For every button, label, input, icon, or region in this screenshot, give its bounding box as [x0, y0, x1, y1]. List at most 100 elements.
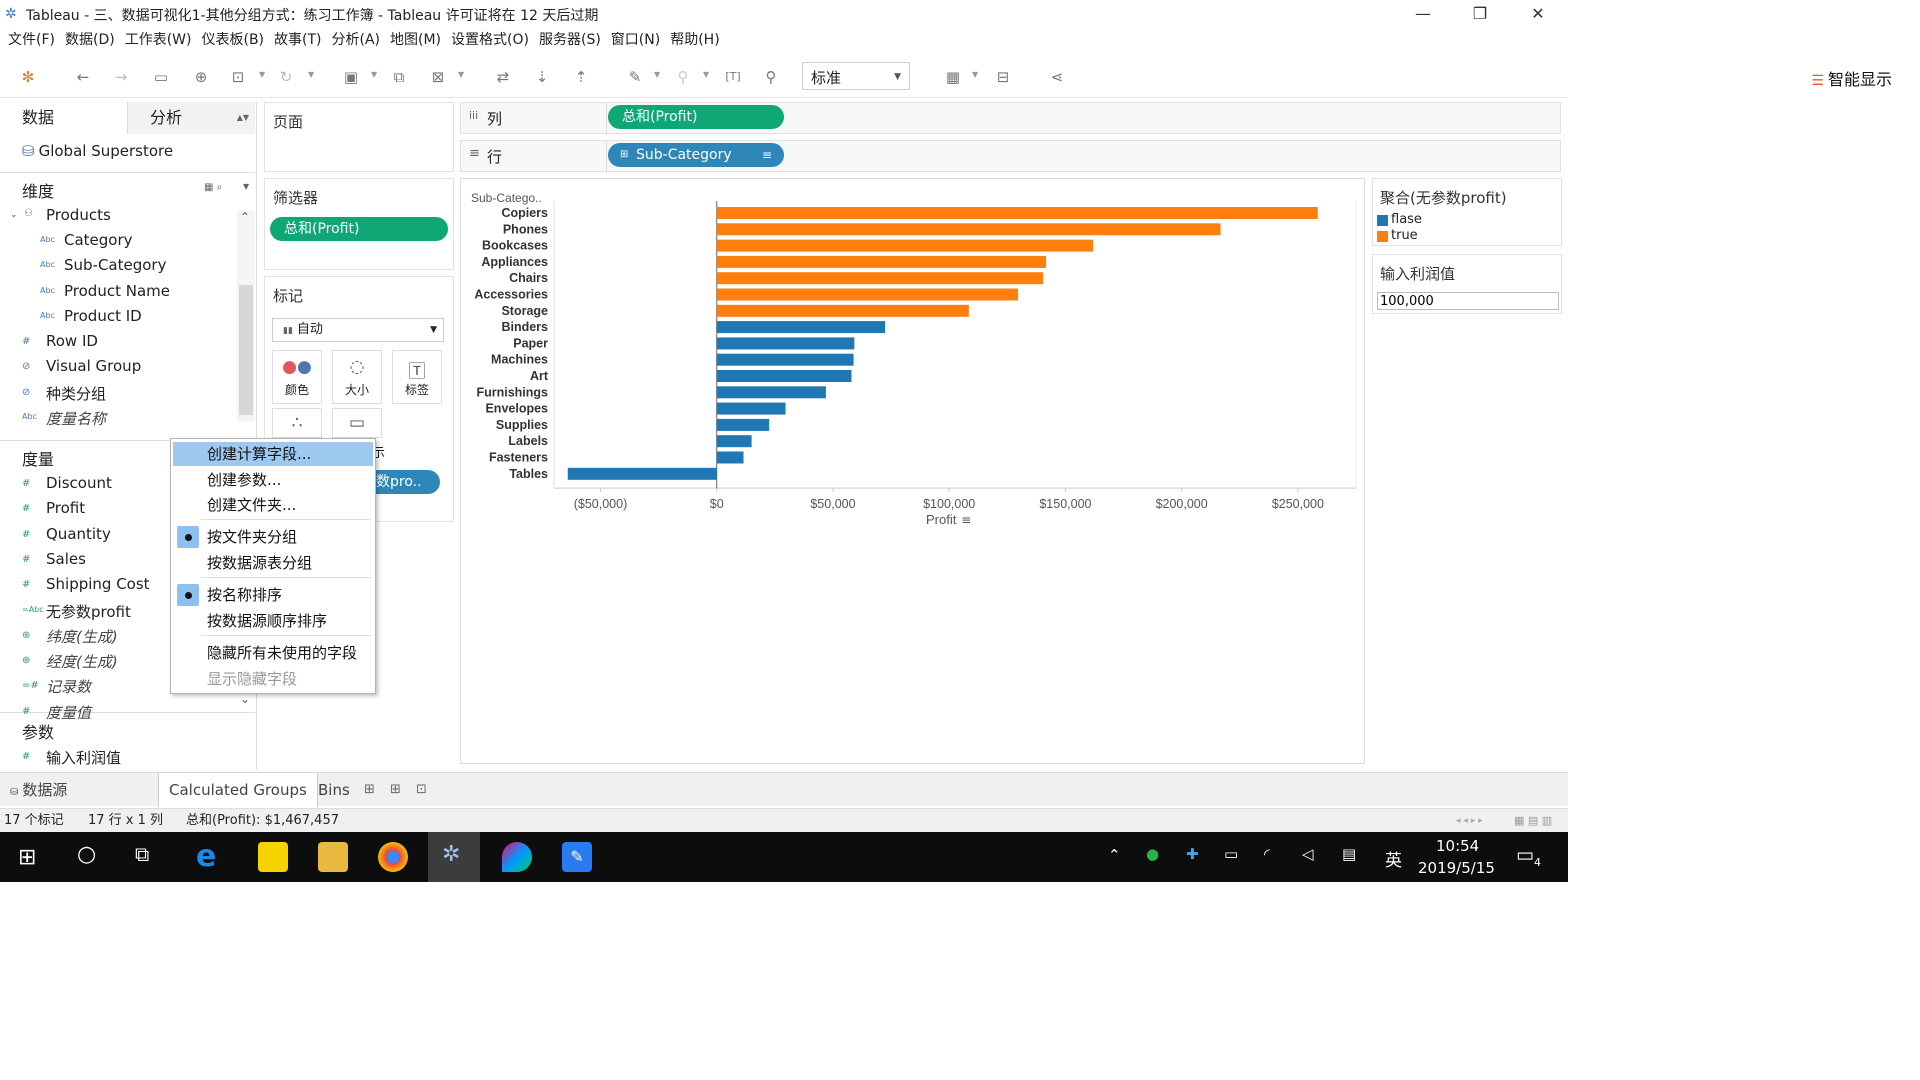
- presentation-mode-icon[interactable]: ⊟: [992, 66, 1014, 88]
- chrome-icon[interactable]: [378, 842, 408, 872]
- task-view-icon[interactable]: ⧉: [135, 842, 149, 866]
- context-menu-item[interactable]: 显示隐藏字段: [173, 667, 373, 691]
- field-item[interactable]: 经度(生成): [46, 651, 118, 672]
- dimensions-menu-icon[interactable]: ▼: [243, 182, 249, 191]
- smart-show-button[interactable]: ☰ 智能显示: [1811, 66, 1892, 90]
- keyboard-icon[interactable]: ▤: [1342, 845, 1356, 863]
- field-item[interactable]: Discount: [46, 474, 112, 492]
- minimize-icon[interactable]: —: [1408, 4, 1438, 24]
- sheet-tab-calculated-groups[interactable]: Calculated Groups: [158, 773, 318, 807]
- menu-item-10[interactable]: 帮助(H): [670, 28, 719, 52]
- dropdown-arrow-icon[interactable]: ▼: [259, 70, 265, 79]
- duplicate-sheet-icon[interactable]: ⧉: [388, 66, 410, 88]
- ime-indicator[interactable]: 英: [1385, 846, 1402, 871]
- collapse-icon[interactable]: ⌄: [10, 210, 18, 220]
- parameter-input[interactable]: [1377, 292, 1559, 310]
- new-worksheet-icon[interactable]: ▣: [340, 66, 362, 88]
- windows-start-icon[interactable]: ⊞: [18, 845, 36, 870]
- menu-item-2[interactable]: 工作表(W): [125, 28, 192, 52]
- datasource-tab[interactable]: ⛁ 数据源: [0, 773, 77, 807]
- menu-item-6[interactable]: 地图(M): [390, 28, 441, 52]
- field-item[interactable]: 种类分组: [46, 383, 106, 404]
- new-story-icon[interactable]: ⊡: [416, 782, 427, 797]
- new-datasource-icon[interactable]: ⊕: [190, 66, 212, 88]
- field-item[interactable]: Product ID: [64, 307, 142, 325]
- tab-data[interactable]: 数据: [0, 102, 127, 134]
- sticky-notes-icon[interactable]: [258, 842, 288, 872]
- dimensions-scrollbar[interactable]: ⌃ ⌄: [237, 210, 255, 534]
- chart-view[interactable]: Sub-Catego.. Copiers Phones Bookcases Applia…: [460, 178, 1365, 764]
- field-item[interactable]: Shipping Cost: [46, 575, 150, 593]
- products-folder[interactable]: Products: [46, 206, 111, 224]
- field-item[interactable]: Visual Group: [46, 357, 141, 375]
- field-item[interactable]: 度量名称: [46, 408, 106, 429]
- battery-icon[interactable]: ▭: [1224, 845, 1238, 863]
- edge-icon[interactable]: e: [196, 842, 226, 872]
- new-worksheet-icon[interactable]: ⊞: [364, 782, 375, 797]
- field-item[interactable]: Sub-Category: [64, 256, 166, 274]
- filter-pill-profit[interactable]: 总和(Profit): [270, 217, 448, 241]
- cortana-icon[interactable]: ○: [77, 842, 96, 867]
- mark-color-button[interactable]: ●● 颜色: [272, 350, 322, 404]
- tray-app-icon[interactable]: ✚: [1186, 845, 1199, 863]
- field-item[interactable]: 无参数profit: [46, 601, 131, 622]
- dropdown-arrow-icon[interactable]: ▼: [458, 70, 464, 79]
- filters-shelf[interactable]: 筛选器 总和(Profit): [264, 178, 454, 270]
- field-item[interactable]: Product Name: [64, 282, 170, 300]
- menu-item-9[interactable]: 窗口(N): [611, 28, 660, 52]
- scroll-up-icon[interactable]: ⌃: [240, 210, 250, 224]
- redo-icon[interactable]: →: [110, 66, 132, 88]
- dropdown-arrow-icon[interactable]: ▼: [371, 70, 377, 79]
- menu-item-4[interactable]: 故事(T): [274, 28, 321, 52]
- tab-analysis[interactable]: 分析 ▲▼: [127, 102, 255, 134]
- context-menu-item[interactable]: 创建文件夹...: [173, 493, 373, 517]
- field-item[interactable]: 度量值: [46, 702, 91, 723]
- marks-type-select[interactable]: ▮▮ 自动 ▼: [272, 318, 444, 342]
- context-menu-item[interactable]: 创建参数...: [173, 468, 373, 492]
- show-mark-labels-icon[interactable]: [T]: [722, 66, 744, 88]
- menu-item-1[interactable]: 数据(D): [65, 28, 115, 52]
- clock-time[interactable]: 10:54: [1436, 837, 1479, 855]
- context-menu-item[interactable]: 按名称排序: [173, 583, 373, 607]
- save-icon[interactable]: ▭: [150, 66, 172, 88]
- datasource-item[interactable]: ⛁ Global Superstore: [22, 142, 173, 160]
- field-item[interactable]: Row ID: [46, 332, 98, 350]
- context-menu-item[interactable]: 按数据源顺序排序: [173, 609, 373, 633]
- field-item[interactable]: Sales: [46, 550, 86, 568]
- menu-item-5[interactable]: 分析(A): [332, 28, 381, 52]
- file-explorer-icon[interactable]: [318, 842, 348, 872]
- show-cards-icon[interactable]: ▦: [942, 66, 964, 88]
- context-menu-item[interactable]: 按数据源表分组: [173, 551, 373, 575]
- sort-descending-icon[interactable]: ⇡: [570, 66, 592, 88]
- sheet-tab-bins[interactable]: Bins: [308, 773, 360, 807]
- wifi-icon[interactable]: ◜: [1264, 845, 1270, 863]
- mark-detail-button[interactable]: ∴: [272, 408, 322, 438]
- sheet-nav-icons[interactable]: ◂ ◂ ▸ ▸: [1456, 809, 1483, 833]
- clock-date[interactable]: 2019/5/15: [1418, 859, 1495, 877]
- context-menu-item[interactable]: 创建计算字段...: [173, 442, 373, 466]
- context-menu-item[interactable]: 按文件夹分组: [173, 525, 373, 549]
- view-size-select[interactable]: 标准 ▼: [802, 62, 910, 90]
- field-item[interactable]: 纬度(生成): [46, 626, 118, 647]
- maps-app-icon[interactable]: [502, 842, 532, 872]
- new-dashboard-icon[interactable]: ⊞: [390, 782, 401, 797]
- context-menu-item[interactable]: 隐藏所有未使用的字段: [173, 641, 373, 665]
- pause-updates-icon[interactable]: ⊡: [227, 66, 249, 88]
- dropdown-arrow-icon[interactable]: ▼: [972, 70, 978, 79]
- menu-item-3[interactable]: 仪表板(B): [201, 28, 264, 52]
- grid-view-icon[interactable]: ▦ ⌕: [204, 182, 222, 193]
- wechat-icon[interactable]: ●: [1146, 845, 1159, 863]
- rows-pill-subcategory[interactable]: ⊞ Sub-Category ≡: [608, 143, 784, 167]
- restore-icon[interactable]: ❐: [1465, 4, 1495, 24]
- mark-tooltip-button[interactable]: ▭: [332, 408, 382, 438]
- menu-item-8[interactable]: 服务器(S): [539, 28, 601, 52]
- dropdown-arrow-icon[interactable]: ▼: [308, 70, 314, 79]
- swap-rows-columns-icon[interactable]: ⇄: [492, 66, 514, 88]
- view-toggle-icons[interactable]: ▦ ▤ ▥: [1514, 809, 1552, 833]
- tableau-logo-icon[interactable]: ✻: [17, 66, 39, 88]
- field-item[interactable]: Quantity: [46, 525, 111, 543]
- field-item[interactable]: 记录数: [46, 676, 91, 697]
- editor-app-icon[interactable]: ✎: [562, 842, 592, 872]
- mark-label-button[interactable]: 🅃 标签: [392, 350, 442, 404]
- color-legend[interactable]: 聚合(无参数profit) flase true: [1372, 178, 1562, 246]
